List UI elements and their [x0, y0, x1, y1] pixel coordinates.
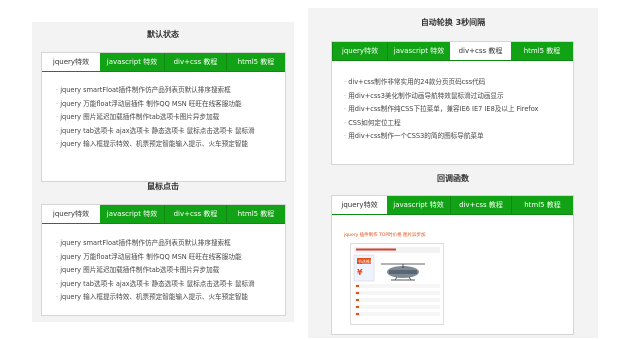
tab-divcss[interactable]: div+css 教程 — [450, 42, 511, 60]
tab-html5[interactable]: html5 教程 — [511, 196, 573, 214]
list-item[interactable]: jquery 万能float浮动层插件 制作QQ MSN 旺旺在线客服功能 — [56, 98, 279, 112]
tab-bar: jquery特效 javascript 特效 div+css 教程 html5 … — [332, 196, 573, 215]
list-item[interactable]: div+css制作非常实用的24款分页页码css代码 — [344, 76, 567, 90]
tab-divcss[interactable]: div+css 教程 — [164, 205, 226, 223]
tab-javascript[interactable]: javascript 特效 — [387, 196, 450, 214]
list-item[interactable]: jquery 图片延迟加载插件制作tab选项卡图片异步加载 — [56, 111, 279, 125]
tab-jquery[interactable]: jquery特效 — [332, 196, 387, 214]
list-item[interactable]: 用div+css3美化制作动画导航特效鼠标滑过动画显示 — [344, 90, 567, 104]
tab-jquery[interactable]: jquery特效 — [42, 205, 100, 223]
list-item[interactable]: jquery 输入框提示特效、机票预定智能输入提示、火车预定智能 — [56, 291, 279, 305]
tabbox-default: jquery特效 javascript 特效 div+css 教程 html5 … — [41, 52, 286, 182]
tabbox-auto: jquery特效 javascript 特效 div+css 教程 html5 … — [331, 41, 574, 165]
list-item[interactable]: jquery 万能float浮动层插件 制作QQ MSN 旺旺在线客服功能 — [56, 251, 279, 265]
left-panel: 默认状态 jquery特效 javascript 特效 div+css 教程 h… — [32, 22, 294, 322]
svg-text:¥: ¥ — [357, 268, 363, 277]
tab-content-list: jquery smartFloat插件制作仿产品列表页默认排序搜索框 jquer… — [56, 237, 279, 305]
list-item[interactable]: jquery smartFloat插件制作仿产品列表页默认排序搜索框 — [56, 237, 279, 251]
tab-html5[interactable]: html5 教程 — [226, 205, 285, 223]
tabbox-callback: jquery特效 javascript 特效 div+css 教程 html5 … — [331, 195, 574, 335]
list-item[interactable]: 用div+css制作纯CSS下拉菜单，兼容IE6 IE7 IE8及以上 Fire… — [344, 103, 567, 117]
list-item[interactable]: jquery tab选项卡 ajax选项卡 静态选项卡 鼠标点击选项卡 鼠标滑 — [56, 125, 279, 139]
panel-title-click: 鼠标点击 — [147, 182, 179, 191]
tab-bar: jquery特效 javascript 特效 div+css 教程 html5 … — [42, 53, 285, 72]
tab-html5[interactable]: html5 教程 — [226, 53, 285, 71]
panel-title-default: 默认状态 — [147, 30, 179, 39]
tab-bar: jquery特效 javascript 特效 div+css 教程 html5 … — [332, 42, 573, 61]
list-item[interactable]: CSS如何定位工程 — [344, 117, 567, 131]
tab-divcss[interactable]: div+css 教程 — [450, 196, 511, 214]
tab-javascript[interactable]: javascript 特效 — [100, 53, 164, 71]
list-item[interactable]: 用div+css制作一个CSS3的简的图标导航菜单 — [344, 130, 567, 144]
tab-jquery[interactable]: jquery特效 — [332, 42, 387, 60]
tab-divcss[interactable]: div+css 教程 — [164, 53, 226, 71]
content-caption[interactable]: jquery 插件制作 TOP时价格 图片异步加 — [344, 232, 426, 238]
list-item[interactable]: jquery tab选项卡 ajax选项卡 静态选项卡 鼠标点击选项卡 鼠标滑 — [56, 278, 279, 292]
svg-text:节选推荐: 节选推荐 — [358, 258, 374, 264]
tab-content-list: div+css制作非常实用的24款分页页码css代码 用div+css3美化制作… — [344, 76, 567, 144]
list-item[interactable]: jquery smartFloat插件制作仿产品列表页默认排序搜索框 — [56, 84, 279, 98]
tab-javascript[interactable]: javascript 特效 — [387, 42, 450, 60]
product-thumbnail[interactable]: 节选推荐 ¥ — [350, 243, 444, 325]
tab-content-list: jquery smartFloat插件制作仿产品列表页默认排序搜索框 jquer… — [56, 84, 279, 152]
list-item[interactable]: jquery 输入框提示特效、机票预定智能输入提示、火车预定智能 — [56, 138, 279, 152]
panel-title-auto: 自动轮换 3秒间隔 — [420, 18, 486, 27]
panel-title-callback: 回调函数 — [437, 174, 469, 183]
tab-bar: jquery特效 javascript 特效 div+css 教程 html5 … — [42, 205, 285, 224]
tab-html5[interactable]: html5 教程 — [511, 42, 573, 60]
right-panel: 自动轮换 3秒间隔 jquery特效 javascript 特效 div+css… — [308, 8, 598, 338]
product-screenshot-image: 节选推荐 ¥ — [351, 244, 443, 324]
list-item[interactable]: jquery 图片延迟加载插件制作tab选项卡图片异步加载 — [56, 264, 279, 278]
tabbox-click: jquery特效 javascript 特效 div+css 教程 html5 … — [41, 204, 286, 316]
tab-javascript[interactable]: javascript 特效 — [100, 205, 164, 223]
tab-jquery[interactable]: jquery特效 — [42, 53, 100, 71]
